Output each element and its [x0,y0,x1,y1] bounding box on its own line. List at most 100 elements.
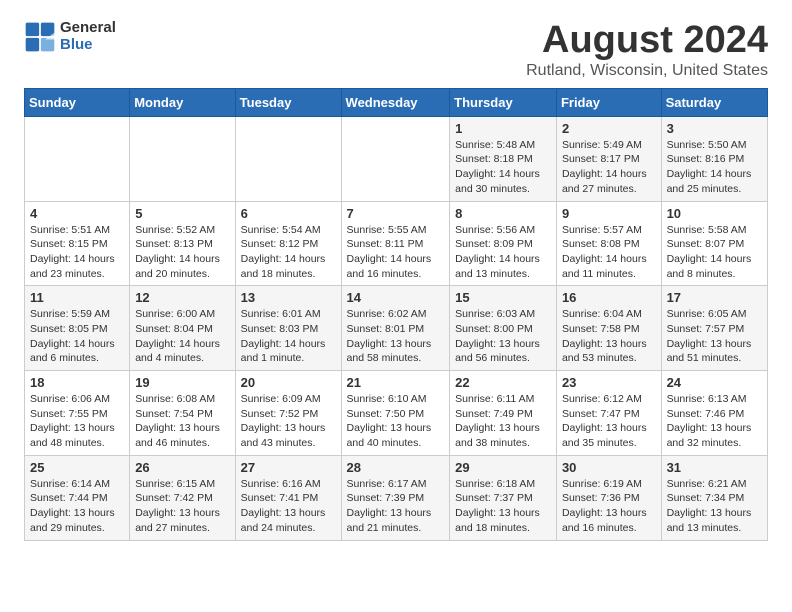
day-info: Sunrise: 6:10 AM Sunset: 7:50 PM Dayligh… [347,392,445,451]
calendar-cell: 28 Sunrise: 6:17 AM Sunset: 7:39 PM Dayli… [341,455,450,540]
calendar-cell: 11 Sunrise: 5:59 AM Sunset: 8:05 PM Dayli… [25,286,130,371]
calendar-cell: 30 Sunrise: 6:19 AM Sunset: 7:36 PM Dayli… [556,455,661,540]
day-number: 20 [241,375,336,390]
day-number: 8 [455,206,551,221]
day-number: 9 [562,206,656,221]
week-row-3: 18 Sunrise: 6:06 AM Sunset: 7:55 PM Dayli… [25,371,768,456]
day-info: Sunrise: 6:06 AM Sunset: 7:55 PM Dayligh… [30,392,124,451]
calendar-cell: 4Sunrise: 5:51 AM Sunset: 8:15 PM Daylig… [25,201,130,286]
header-row: Sunday Monday Tuesday Wednesday Thursday… [25,88,768,116]
day-number: 22 [455,375,551,390]
day-info: Sunrise: 6:17 AM Sunset: 7:39 PM Dayligh… [347,477,445,536]
day-number: 14 [347,290,445,305]
day-number: 30 [562,460,656,475]
calendar-cell: 9Sunrise: 5:57 AM Sunset: 8:08 PM Daylig… [556,201,661,286]
day-info: Sunrise: 5:56 AM Sunset: 8:09 PM Dayligh… [455,223,551,282]
calendar-cell: 8 Sunrise: 5:56 AM Sunset: 8:09 PM Daylig… [450,201,557,286]
calendar-cell: 19 Sunrise: 6:08 AM Sunset: 7:54 PM Dayli… [130,371,235,456]
logo: General Blue [24,20,116,53]
calendar-cell: 18 Sunrise: 6:06 AM Sunset: 7:55 PM Dayli… [25,371,130,456]
day-info: Sunrise: 6:21 AM Sunset: 7:34 PM Dayligh… [667,477,762,536]
title-block: August 2024 Rutland, Wisconsin, United S… [526,20,768,80]
calendar-cell: 10 Sunrise: 5:58 AM Sunset: 8:07 PM Dayli… [661,201,767,286]
day-number: 1 [455,121,551,136]
day-number: 5 [135,206,229,221]
calendar-cell: 27 Sunrise: 6:16 AM Sunset: 7:41 PM Dayli… [235,455,341,540]
week-row-4: 25 Sunrise: 6:14 AM Sunset: 7:44 PM Dayli… [25,455,768,540]
day-info: Sunrise: 6:14 AM Sunset: 7:44 PM Dayligh… [30,477,124,536]
day-info: Sunrise: 5:58 AM Sunset: 8:07 PM Dayligh… [667,223,762,282]
week-row-2: 11 Sunrise: 5:59 AM Sunset: 8:05 PM Dayli… [25,286,768,371]
day-number: 23 [562,375,656,390]
calendar-cell: 16 Sunrise: 6:04 AM Sunset: 7:58 PM Dayli… [556,286,661,371]
col-sunday: Sunday [25,88,130,116]
day-info: Sunrise: 6:19 AM Sunset: 7:36 PM Dayligh… [562,477,656,536]
calendar-cell: 3Sunrise: 5:50 AM Sunset: 8:16 PM Daylig… [661,116,767,201]
day-number: 27 [241,460,336,475]
calendar-cell: 13 Sunrise: 6:01 AM Sunset: 8:03 PM Dayli… [235,286,341,371]
col-tuesday: Tuesday [235,88,341,116]
logo-icon [24,21,56,53]
calendar-cell [25,116,130,201]
calendar-cell: 15 Sunrise: 6:03 AM Sunset: 8:00 PM Dayli… [450,286,557,371]
day-number: 24 [667,375,762,390]
day-info: Sunrise: 6:13 AM Sunset: 7:46 PM Dayligh… [667,392,762,451]
day-info: Sunrise: 5:59 AM Sunset: 8:05 PM Dayligh… [30,307,124,366]
day-number: 28 [347,460,445,475]
calendar-cell: 24 Sunrise: 6:13 AM Sunset: 7:46 PM Dayli… [661,371,767,456]
day-number: 11 [30,290,124,305]
day-info: Sunrise: 6:04 AM Sunset: 7:58 PM Dayligh… [562,307,656,366]
week-row-1: 4Sunrise: 5:51 AM Sunset: 8:15 PM Daylig… [25,201,768,286]
calendar-cell: 21 Sunrise: 6:10 AM Sunset: 7:50 PM Dayli… [341,371,450,456]
day-info: Sunrise: 6:01 AM Sunset: 8:03 PM Dayligh… [241,307,336,366]
day-info: Sunrise: 6:15 AM Sunset: 7:42 PM Dayligh… [135,477,229,536]
day-number: 16 [562,290,656,305]
calendar-table: Sunday Monday Tuesday Wednesday Thursday… [24,88,768,541]
day-number: 19 [135,375,229,390]
calendar-cell: 23Sunrise: 6:12 AM Sunset: 7:47 PM Dayli… [556,371,661,456]
calendar-cell: 1 Sunrise: 5:48 AM Sunset: 8:18 PM Daylig… [450,116,557,201]
day-info: Sunrise: 6:00 AM Sunset: 8:04 PM Dayligh… [135,307,229,366]
day-info: Sunrise: 6:16 AM Sunset: 7:41 PM Dayligh… [241,477,336,536]
main-title: August 2024 [526,20,768,62]
calendar-cell [130,116,235,201]
day-number: 17 [667,290,762,305]
day-info: Sunrise: 6:18 AM Sunset: 7:37 PM Dayligh… [455,477,551,536]
subtitle: Rutland, Wisconsin, United States [526,62,768,80]
col-friday: Friday [556,88,661,116]
day-info: Sunrise: 5:55 AM Sunset: 8:11 PM Dayligh… [347,223,445,282]
day-number: 29 [455,460,551,475]
calendar-cell: 7 Sunrise: 5:55 AM Sunset: 8:11 PM Daylig… [341,201,450,286]
calendar-cell: 25 Sunrise: 6:14 AM Sunset: 7:44 PM Dayli… [25,455,130,540]
col-monday: Monday [130,88,235,116]
calendar-cell: 12 Sunrise: 6:00 AM Sunset: 8:04 PM Dayli… [130,286,235,371]
day-number: 7 [347,206,445,221]
col-thursday: Thursday [450,88,557,116]
day-info: Sunrise: 6:09 AM Sunset: 7:52 PM Dayligh… [241,392,336,451]
calendar-cell [235,116,341,201]
day-info: Sunrise: 6:11 AM Sunset: 7:49 PM Dayligh… [455,392,551,451]
day-number: 26 [135,460,229,475]
day-number: 6 [241,206,336,221]
week-row-0: 1 Sunrise: 5:48 AM Sunset: 8:18 PM Daylig… [25,116,768,201]
day-number: 2 [562,121,656,136]
calendar-cell: 26 Sunrise: 6:15 AM Sunset: 7:42 PM Dayli… [130,455,235,540]
calendar-cell: 20 Sunrise: 6:09 AM Sunset: 7:52 PM Dayli… [235,371,341,456]
day-info: Sunrise: 6:05 AM Sunset: 7:57 PM Dayligh… [667,307,762,366]
day-info: Sunrise: 5:49 AM Sunset: 8:17 PM Dayligh… [562,138,656,197]
header: General Blue August 2024 Rutland, Wiscon… [24,20,768,80]
day-info: Sunrise: 5:48 AM Sunset: 8:18 PM Dayligh… [455,138,551,197]
day-number: 25 [30,460,124,475]
col-wednesday: Wednesday [341,88,450,116]
day-number: 12 [135,290,229,305]
day-info: Sunrise: 6:08 AM Sunset: 7:54 PM Dayligh… [135,392,229,451]
day-number: 15 [455,290,551,305]
day-number: 21 [347,375,445,390]
day-number: 4 [30,206,124,221]
logo-text: General Blue [60,20,116,53]
day-number: 18 [30,375,124,390]
calendar-cell [341,116,450,201]
day-number: 13 [241,290,336,305]
day-number: 10 [667,206,762,221]
day-info: Sunrise: 6:03 AM Sunset: 8:00 PM Dayligh… [455,307,551,366]
